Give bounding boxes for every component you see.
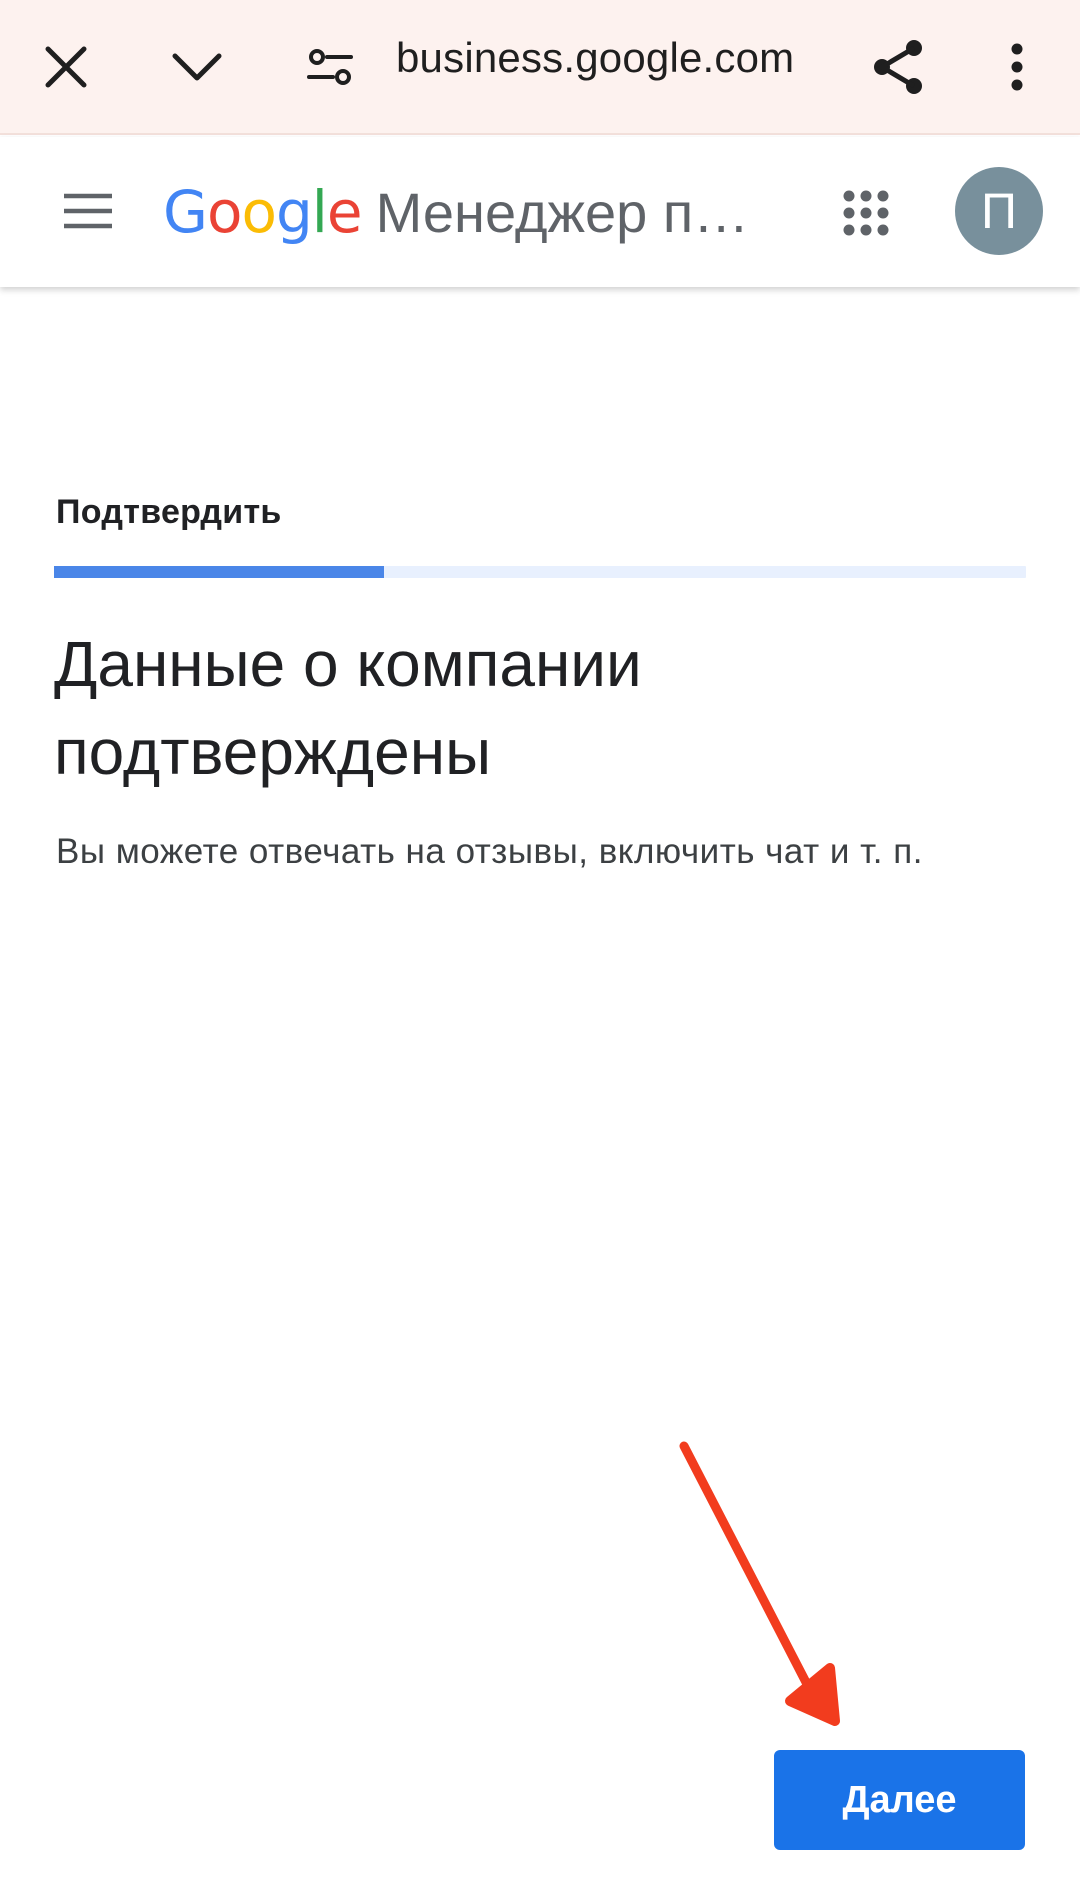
page-title: Данные о компании подтверждены [54, 628, 642, 788]
progress-bar-fill [54, 566, 385, 578]
address-bar-url[interactable]: business.google.com [396, 30, 794, 86]
chevron-down-icon[interactable] [152, 22, 242, 112]
avatar[interactable]: П [955, 167, 1043, 255]
app-header: Google Менеджер профилей компаний П [0, 137, 1080, 287]
google-logo: Google [163, 178, 363, 246]
progress-bar [54, 566, 1026, 578]
next-button[interactable]: Далее [774, 1750, 1025, 1850]
site-settings-icon[interactable] [285, 22, 375, 112]
more-vert-icon[interactable] [972, 22, 1062, 112]
close-icon[interactable] [21, 22, 111, 112]
description-text: Вы можете отвечать на отзывы, включить ч… [56, 832, 923, 871]
menu-icon[interactable] [52, 175, 124, 247]
product-name: Менеджер профилей компаний [375, 180, 776, 244]
share-icon[interactable] [853, 22, 943, 112]
browser-toolbar: business.google.com [0, 0, 1080, 135]
step-label: Подтвердить [56, 493, 282, 531]
apps-grid-icon[interactable] [828, 175, 904, 251]
brand-logo[interactable]: Google Менеджер профилей компаний [163, 177, 776, 247]
